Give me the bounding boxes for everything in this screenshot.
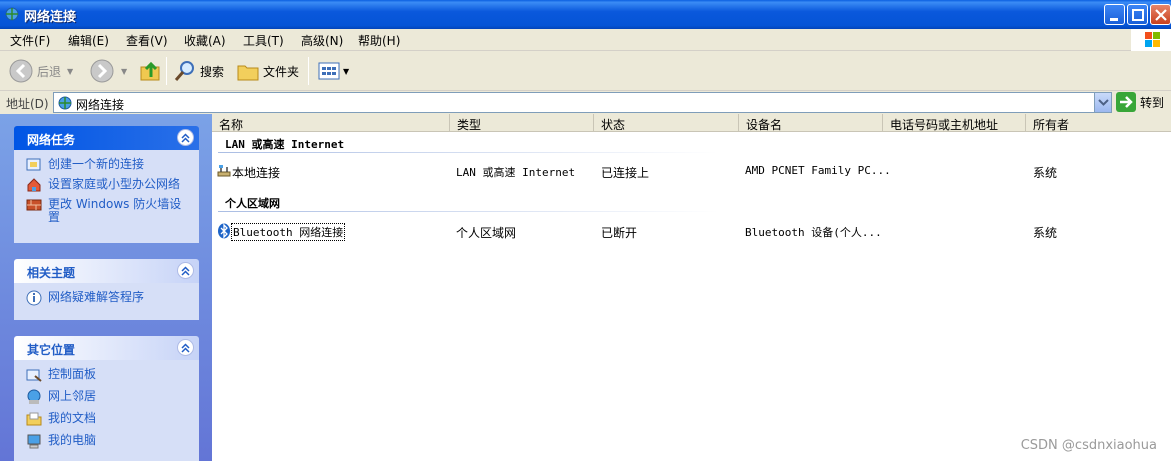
firewall-icon [26,199,42,211]
create-connection-link[interactable]: 创建一个新的连接 [26,158,193,173]
my-network-places-link[interactable]: 网上邻居 [26,389,193,405]
menu-advanced[interactable]: 高级(N) [301,32,343,49]
up-button[interactable] [139,53,163,89]
column-type[interactable]: 类型 [450,114,594,132]
column-status[interactable]: 状态 [594,114,739,132]
menu-view[interactable]: 查看(V) [126,32,168,49]
menu-file[interactable]: 文件(F) [10,32,50,49]
network-tasks-panel: 网络任务 创建一个新的连接 设置家庭或小型办公网络 更改 Windows 防火墙… [14,126,199,243]
chevron-down-icon [1098,99,1109,106]
computer-icon [27,434,41,449]
bluetooth-icon [218,223,230,239]
title-bar[interactable]: 网络连接 [0,0,1171,29]
my-computer-link[interactable]: 我的电脑 [26,434,193,449]
list-item[interactable]: 本地连接 LAN 或高速 Internet 已连接上 AMD PCNET Fam… [212,162,1171,180]
info-icon [26,290,42,306]
folder-icon [237,65,259,81]
forward-dropdown-icon[interactable]: ▼ [121,67,127,76]
close-icon [1155,9,1167,21]
menu-help[interactable]: 帮助(H) [358,32,400,49]
address-dropdown-button[interactable] [1094,93,1111,112]
network-connections-icon [58,96,72,110]
column-header: 名称 类型 状态 设备名 电话号码或主机地址 所有者 [212,114,1171,132]
column-name[interactable]: 名称 [212,114,450,132]
column-owner[interactable]: 所有者 [1026,114,1171,132]
group-title: LAN 或高速 Internet [225,138,345,151]
folders-button[interactable]: 文件夹 [236,53,299,89]
network-places-icon [27,389,41,404]
views-button[interactable]: ▼ [317,53,349,89]
menu-favorites[interactable]: 收藏(A) [184,32,226,49]
menu-edit[interactable]: 编辑(E) [68,32,109,49]
other-places-header[interactable]: 其它位置 [14,336,199,360]
forward-button[interactable]: ▼ [89,53,127,89]
home-network-icon [27,178,41,192]
related-topics-panel: 相关主题 网络疑难解答程序 [14,259,199,320]
maximize-icon [1132,9,1144,21]
column-device[interactable]: 设备名 [739,114,883,132]
address-bar: 地址(D) 网络连接 转到 [0,91,1171,114]
toolbar: 后退 ▼ ▼ 搜索 文件夹 ▼ [0,51,1171,91]
lan-connection-icon [217,165,231,177]
collapse-icon[interactable] [177,129,194,146]
back-arrow-icon [9,59,33,83]
network-connections-icon [5,7,19,21]
collapse-icon[interactable] [177,262,194,279]
go-arrow-icon [1116,92,1136,112]
documents-folder-icon [26,412,42,426]
forward-arrow-icon [90,59,114,83]
address-label: 地址(D) [6,97,49,111]
menu-tools[interactable]: 工具(T) [243,32,284,49]
control-panel-link[interactable]: 控制面板 [26,368,193,383]
search-icon [174,61,194,81]
network-troubleshooter-link[interactable]: 网络疑难解答程序 [26,290,193,306]
maximize-button[interactable] [1127,4,1148,25]
address-input[interactable]: 网络连接 [53,92,1112,113]
my-documents-link[interactable]: 我的文档 [26,412,193,427]
firewall-settings-link[interactable]: 更改 Windows 防火墙设置 [26,198,193,224]
related-topics-header[interactable]: 相关主题 [14,259,199,283]
close-button[interactable] [1150,4,1171,25]
minimize-icon [1110,18,1118,21]
collapse-icon[interactable] [177,339,194,356]
minimize-button[interactable] [1104,4,1125,25]
menu-bar: 文件(F) 编辑(E) 查看(V) 收藏(A) 工具(T) 高级(N) 帮助(H… [0,29,1171,51]
back-button[interactable]: 后退 ▼ [8,53,73,89]
task-pane: 网络任务 创建一个新的连接 设置家庭或小型办公网络 更改 Windows 防火墙… [0,114,212,461]
new-connection-icon [26,158,41,171]
other-places-panel: 其它位置 控制面板 网上邻居 我的文档 我的电脑 [14,336,199,461]
setup-home-network-link[interactable]: 设置家庭或小型办公网络 [26,178,193,193]
column-phone[interactable]: 电话号码或主机地址 [883,114,1026,132]
back-dropdown-icon[interactable]: ▼ [67,67,73,76]
group-title: 个人区域网 [225,197,280,210]
folder-up-icon [140,61,160,81]
views-dropdown-icon[interactable]: ▼ [343,67,349,76]
network-tasks-header[interactable]: 网络任务 [14,126,199,150]
windows-logo-icon [1131,29,1171,51]
control-panel-icon [26,369,42,382]
window-title: 网络连接 [24,10,77,25]
list-item[interactable]: Bluetooth 网络连接 个人区域网 已断开 Bluetooth 设备(个人… [212,222,1171,241]
views-grid-icon [318,62,340,80]
file-list: 名称 类型 状态 设备名 电话号码或主机地址 所有者 LAN 或高速 Inter… [212,114,1171,461]
watermark: CSDN @csdnxiaohua [1020,438,1157,453]
go-button[interactable]: 转到 [1116,92,1164,112]
search-button[interactable]: 搜索 [173,53,224,89]
